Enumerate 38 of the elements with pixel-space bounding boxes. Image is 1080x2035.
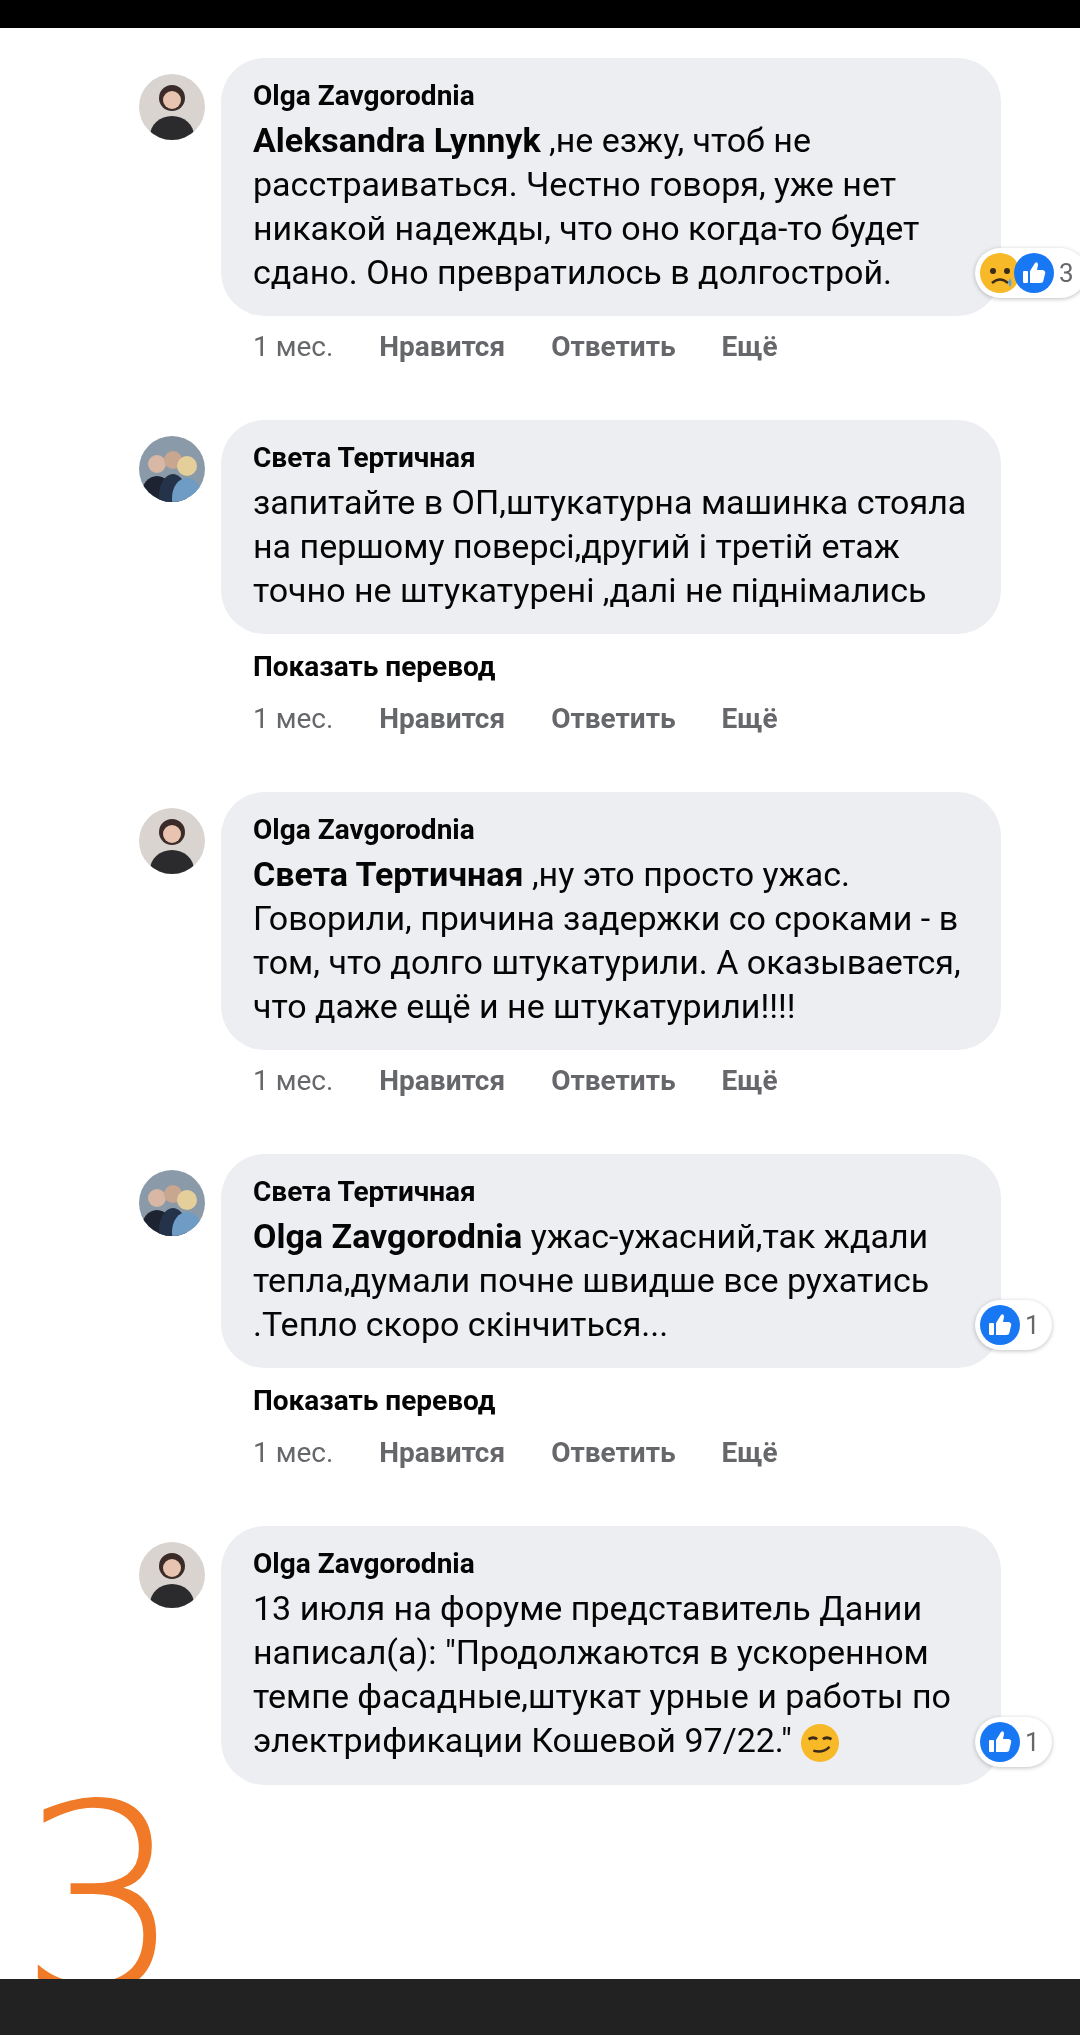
- comment-author[interactable]: Света Тертичная: [253, 1170, 969, 1214]
- comment-action[interactable]: Ещё: [721, 1060, 778, 1102]
- comment-action[interactable]: Ответить: [551, 326, 676, 368]
- comment-action[interactable]: Ещё: [721, 326, 778, 368]
- comment-author[interactable]: Olga Zavgorodnia: [253, 74, 969, 118]
- comment-action[interactable]: Ещё: [721, 698, 778, 740]
- comment-text: запитайте в ОП,штукатурна машинка стояла на першому поверсі,другий і третій етаж точно не штукатурені ,далі не піднімались: [253, 481, 968, 612]
- comment-action[interactable]: Нравится: [379, 698, 506, 740]
- reactions-badge[interactable]: 1: [975, 1717, 1052, 1767]
- comment-action[interactable]: Нравится: [379, 1432, 506, 1474]
- comment-time: 1 мес.: [253, 1435, 334, 1471]
- reaction-count: 3: [1059, 256, 1074, 290]
- show-translation-link[interactable]: Показать перевод: [253, 646, 1001, 688]
- comment-action[interactable]: Ответить: [551, 698, 676, 740]
- like-icon: [979, 1721, 1021, 1763]
- comment-action[interactable]: Ещё: [721, 1432, 778, 1474]
- reaction-count: 1: [1025, 1308, 1040, 1342]
- comment-text: Aleksandra Lynnyk ,не езжу, чтоб не расстраиваться. Честно говоря, уже нет никакой надежды, что оно когда-то будет сдано. Оно превратилось в долгострой.: [253, 119, 921, 294]
- smirk-face-icon: [799, 1723, 840, 1763]
- show-translation-link[interactable]: Показать перевод: [253, 1380, 1001, 1422]
- reaction-count: 1: [1025, 1725, 1040, 1759]
- comment-text: Olga Zavgorodnia ужас-ужасний,так ждали тепла,думали почне швидше все рухатись .Тепло скоро скінчиться...: [253, 1215, 931, 1346]
- comment-time: 1 мес.: [253, 1063, 334, 1099]
- comment-author[interactable]: Olga Zavgorodnia: [253, 1542, 969, 1586]
- comment-action[interactable]: Ответить: [551, 1060, 676, 1102]
- like-icon: [1013, 252, 1055, 294]
- comment-author[interactable]: Olga Zavgorodnia: [253, 808, 969, 852]
- comment-text: Света Тертичная ,ну это просто ужас. Говорили, причина задержки со сроками - в том, что долго штукатурили. А оказывается, что даже ещё и не штукатурили!!!!: [253, 853, 962, 1028]
- like-icon: [979, 1304, 1021, 1346]
- comment-time: 1 мес.: [253, 329, 334, 365]
- reactions-badge[interactable]: 3: [975, 248, 1080, 298]
- comment-action[interactable]: Нравится: [379, 326, 506, 368]
- comment-action[interactable]: Нравится: [379, 1060, 506, 1102]
- comment-text: 13 июля на форуме представитель Дании написал(а): "Продолжаются в ускоренном темпе фасадные,штукат урные и работы по электрификации Кошевой 97/22.": [253, 1586, 969, 1763]
- comment-action[interactable]: Ответить: [551, 1432, 676, 1474]
- comment-time: 1 мес.: [253, 701, 334, 737]
- comment-author[interactable]: Света Тертичная: [253, 436, 969, 480]
- reactions-badge[interactable]: 1: [975, 1300, 1052, 1350]
